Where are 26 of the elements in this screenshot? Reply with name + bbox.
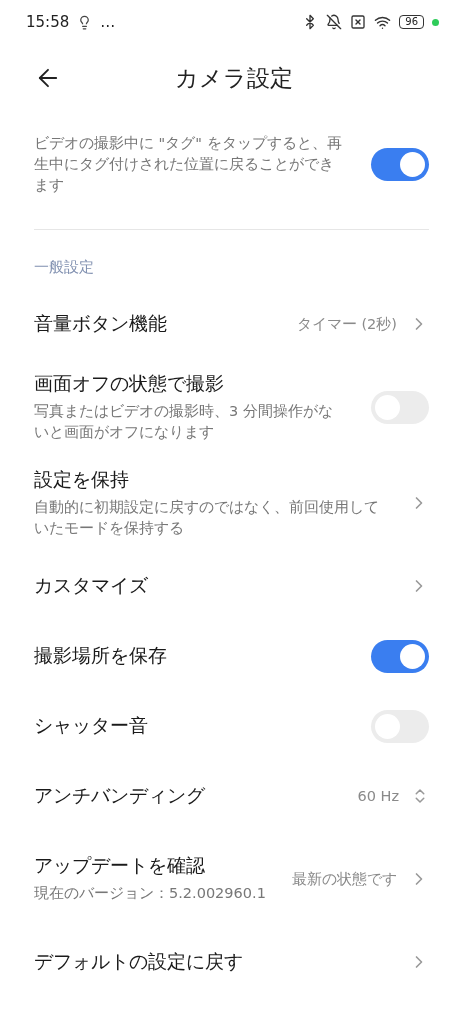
toggle-switch[interactable] bbox=[371, 148, 429, 181]
setting-description: ビデオの撮影中に "タグ" をタップすると、再生中にタグ付けされた位置に戻ることができます bbox=[34, 133, 343, 195]
setting-value: タイマー (2秒) bbox=[296, 314, 397, 334]
muted-bell-icon bbox=[326, 14, 343, 30]
setting-title[interactable]: 画面オフの状態で撮影 bbox=[34, 371, 347, 397]
setting-title[interactable]: デフォルトの設定に戻す bbox=[34, 949, 385, 975]
status-dot bbox=[432, 18, 439, 26]
page-title: カメラ設定 bbox=[173, 63, 294, 93]
setting-description: 自動的に初期設定に戻すのではなく、前回使用していたモードを保持する bbox=[34, 498, 380, 538]
setting-title[interactable]: シャッター音 bbox=[34, 713, 347, 739]
setting-title[interactable]: 撮影場所を保存 bbox=[34, 643, 347, 669]
setting-value: 60 Hz bbox=[357, 788, 399, 804]
status-time: 15:58 bbox=[26, 13, 70, 31]
setting-title[interactable]: カスタマイズ bbox=[34, 573, 385, 599]
setting-title[interactable]: アンチバンディング bbox=[34, 783, 334, 809]
setting-description: 写真またはビデオの撮影時、3 分間操作がないと画面がオフになります bbox=[34, 402, 334, 442]
setting-title[interactable]: 音量ボタン機能 bbox=[34, 311, 273, 337]
setting-value: 最新の状態です bbox=[292, 869, 397, 889]
more-notifications: … bbox=[100, 13, 116, 31]
setting-description: 現在のバージョン：5.2.002960.1 bbox=[34, 884, 267, 904]
no-sim-icon bbox=[350, 14, 367, 30]
setting-title[interactable]: 設定を保持 bbox=[34, 467, 385, 493]
section-title: 一般設定 bbox=[33, 258, 95, 277]
battery-level: 96 bbox=[399, 15, 424, 29]
setting-title[interactable]: アップデートを確認 bbox=[34, 853, 268, 880]
toggle-switch[interactable] bbox=[371, 639, 429, 673]
